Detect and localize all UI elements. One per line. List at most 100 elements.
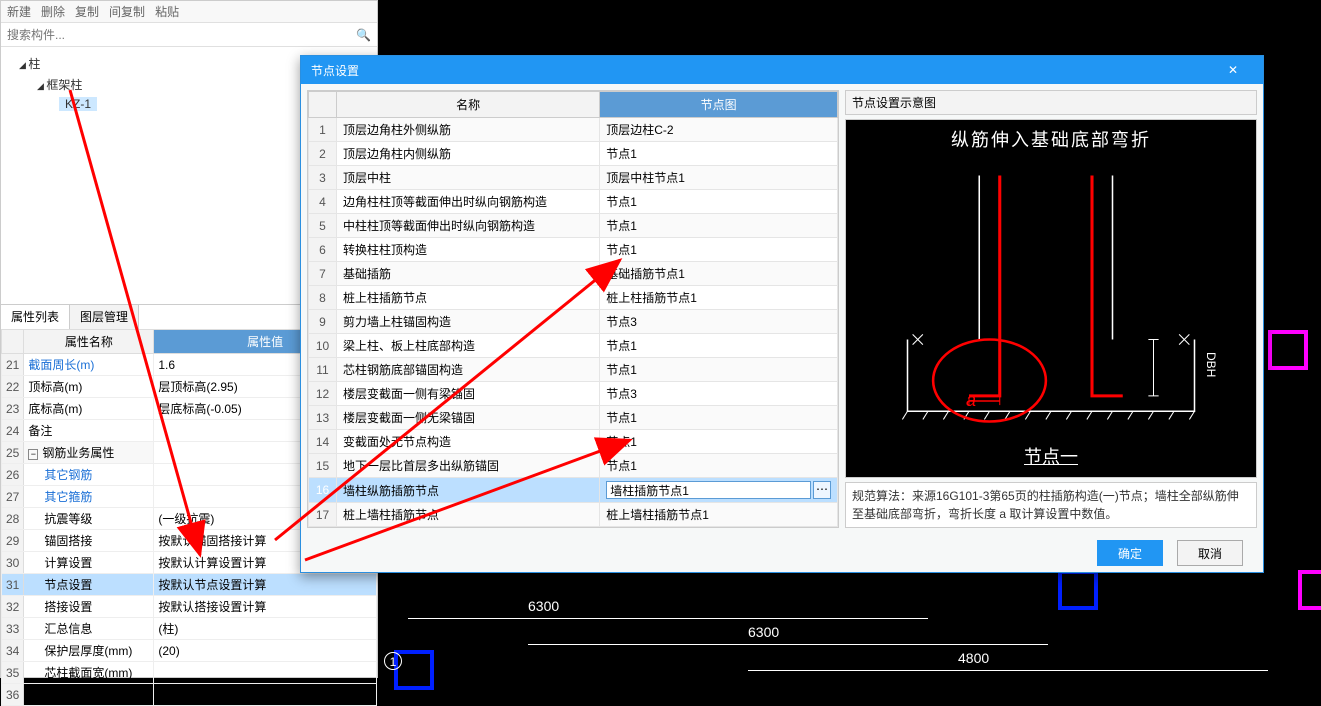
- grid-img-cell[interactable]: 节点1: [600, 358, 838, 382]
- cancel-button[interactable]: 取消: [1177, 540, 1243, 566]
- cad-column[interactable]: [1298, 570, 1321, 610]
- prop-name: 抗震等级: [24, 508, 154, 530]
- row-number: 9: [309, 310, 337, 334]
- grid-img-cell[interactable]: 节点1: [600, 334, 838, 358]
- grid-row[interactable]: 15地下一层比首层多出纵筋锚固节点1: [309, 454, 838, 478]
- grid-row[interactable]: 7基础插筋基础插筋节点1: [309, 262, 838, 286]
- prop-name: 芯柱截面高(mm): [24, 684, 154, 706]
- prop-name: 顶标高(m): [24, 376, 154, 398]
- row-number: 5: [309, 214, 337, 238]
- grid-img-cell[interactable]: 节点1: [600, 454, 838, 478]
- grid-row[interactable]: 8桩上柱插筋节点桩上柱插筋节点1: [309, 286, 838, 310]
- grid-row[interactable]: 14变截面处无节点构造节点1: [309, 430, 838, 454]
- prop-value[interactable]: 按默认搭接设置计算: [154, 596, 377, 618]
- row-number: 7: [309, 262, 337, 286]
- property-row[interactable]: 32搭接设置按默认搭接设置计算: [2, 596, 377, 618]
- tab-property-list[interactable]: 属性列表: [1, 305, 70, 329]
- grid-name-cell: 顶层边角柱内侧纵筋: [337, 142, 600, 166]
- row-number: 31: [2, 574, 24, 596]
- grid-row[interactable]: 6转换柱柱顶构造节点1: [309, 238, 838, 262]
- grid-img-cell[interactable]: 顶层中柱节点1: [600, 166, 838, 190]
- grid-img-cell[interactable]: 顶层边柱C-2: [600, 118, 838, 142]
- grid-img-cell[interactable]: 桩上柱插筋节点1: [600, 286, 838, 310]
- grid-name-cell: 基础插筋: [337, 262, 600, 286]
- grid-row[interactable]: 10梁上柱、板上柱底部构造节点1: [309, 334, 838, 358]
- prop-name: 其它钢筋: [24, 464, 154, 486]
- grid-row[interactable]: 9剪力墙上柱锚固构造节点3: [309, 310, 838, 334]
- browse-button[interactable]: ⋯: [813, 481, 831, 499]
- row-number: 3: [309, 166, 337, 190]
- ok-button[interactable]: 确定: [1097, 540, 1163, 566]
- row-number: 2: [309, 142, 337, 166]
- grid-name-cell: 梁上墙柱、板上墙柱底部构造: [337, 527, 600, 529]
- node-grid[interactable]: 名称 节点图 1顶层边角柱外侧纵筋顶层边柱C-22顶层边角柱内侧纵筋节点13顶层…: [307, 90, 839, 528]
- prop-value[interactable]: [154, 662, 377, 684]
- grid-row[interactable]: 2顶层边角柱内侧纵筋节点1: [309, 142, 838, 166]
- prop-value[interactable]: 按默认节点设置计算: [154, 574, 377, 596]
- search-icon[interactable]: 🔍: [356, 28, 371, 42]
- grid-row[interactable]: 5中柱柱顶等截面伸出时纵向钢筋构造节点1: [309, 214, 838, 238]
- prop-value[interactable]: (20): [154, 640, 377, 662]
- row-number: 10: [309, 334, 337, 358]
- grid-name-cell: 中柱柱顶等截面伸出时纵向钢筋构造: [337, 214, 600, 238]
- grid-img-cell[interactable]: 节点3: [600, 382, 838, 406]
- preview-dim-a: a: [966, 390, 976, 411]
- grid-row[interactable]: 13楼层变截面一侧无梁锚固节点1: [309, 406, 838, 430]
- row-number: 15: [309, 454, 337, 478]
- dialog-titlebar[interactable]: 节点设置 ✕: [301, 56, 1263, 84]
- close-icon[interactable]: ✕: [1213, 63, 1253, 77]
- prop-name: 锚固搭接: [24, 530, 154, 552]
- grid-row[interactable]: 18梁上墙柱、板上墙柱底部构造节点1: [309, 527, 838, 529]
- toolbar-intercopy[interactable]: 间复制: [109, 3, 145, 20]
- property-row[interactable]: 34保护层厚度(mm)(20): [2, 640, 377, 662]
- grid-img-cell[interactable]: 节点3: [600, 310, 838, 334]
- grid-img-cell[interactable]: 基础插筋节点1: [600, 262, 838, 286]
- property-row[interactable]: 33汇总信息(柱): [2, 618, 377, 640]
- row-number: 18: [309, 527, 337, 529]
- grid-img-cell[interactable]: 节点1: [600, 142, 838, 166]
- cad-column[interactable]: [1268, 330, 1308, 370]
- grid-name-cell: 剪力墙上柱锚固构造: [337, 310, 600, 334]
- prop-name: 其它箍筋: [24, 486, 154, 508]
- row-number: 22: [2, 376, 24, 398]
- grid-row[interactable]: 4边角柱柱顶等截面伸出时纵向钢筋构造节点1: [309, 190, 838, 214]
- toolbar-copy[interactable]: 复制: [75, 3, 99, 20]
- grid-img-cell[interactable]: 节点1: [600, 190, 838, 214]
- grid-row[interactable]: 17桩上墙柱插筋节点桩上墙柱插筋节点1: [309, 503, 838, 527]
- grid-row[interactable]: 3顶层中柱顶层中柱节点1: [309, 166, 838, 190]
- row-number: 28: [2, 508, 24, 530]
- row-number: 25: [2, 442, 24, 464]
- prop-value[interactable]: (柱): [154, 618, 377, 640]
- property-row[interactable]: 35芯柱截面宽(mm): [2, 662, 377, 684]
- grid-img-cell[interactable]: 节点1: [600, 214, 838, 238]
- tab-layer-manage[interactable]: 图层管理: [70, 305, 139, 329]
- grid-img-cell[interactable]: 节点1: [600, 238, 838, 262]
- row-number: 4: [309, 190, 337, 214]
- toolbar-new[interactable]: 新建: [7, 3, 31, 20]
- grid-img-cell[interactable]: 节点1: [600, 406, 838, 430]
- grid-col-rownum: [309, 92, 337, 118]
- toolbar-paste[interactable]: 粘贴: [155, 3, 179, 20]
- grid-name-cell: 墙柱纵筋插筋节点: [337, 478, 600, 503]
- component-search[interactable]: 🔍: [1, 23, 377, 47]
- row-number: 17: [309, 503, 337, 527]
- prop-value[interactable]: [154, 684, 377, 706]
- property-row[interactable]: 36芯柱截面高(mm): [2, 684, 377, 706]
- grid-img-cell[interactable]: 节点1: [600, 430, 838, 454]
- grid-row[interactable]: 16墙柱纵筋插筋节点⋯: [309, 478, 838, 503]
- search-input[interactable]: [7, 28, 356, 42]
- row-number: 27: [2, 486, 24, 508]
- grid-row[interactable]: 12楼层变截面一侧有梁锚固节点3: [309, 382, 838, 406]
- grid-img-cell[interactable]: ⋯: [600, 478, 838, 503]
- grid-img-cell[interactable]: 节点1: [600, 527, 838, 529]
- grid-row[interactable]: 1顶层边角柱外侧纵筋顶层边柱C-2: [309, 118, 838, 142]
- row-number: 26: [2, 464, 24, 486]
- grid-img-cell[interactable]: 桩上墙柱插筋节点1: [600, 503, 838, 527]
- node-img-input[interactable]: [606, 481, 811, 499]
- prop-name: 截面周长(m): [24, 354, 154, 376]
- grid-row[interactable]: 11芯柱钢筋底部锚固构造节点1: [309, 358, 838, 382]
- cad-column[interactable]: [1058, 570, 1098, 610]
- property-row[interactable]: 31节点设置按默认节点设置计算: [2, 574, 377, 596]
- cad-dim-text: 4800: [958, 650, 989, 666]
- toolbar-delete[interactable]: 删除: [41, 3, 65, 20]
